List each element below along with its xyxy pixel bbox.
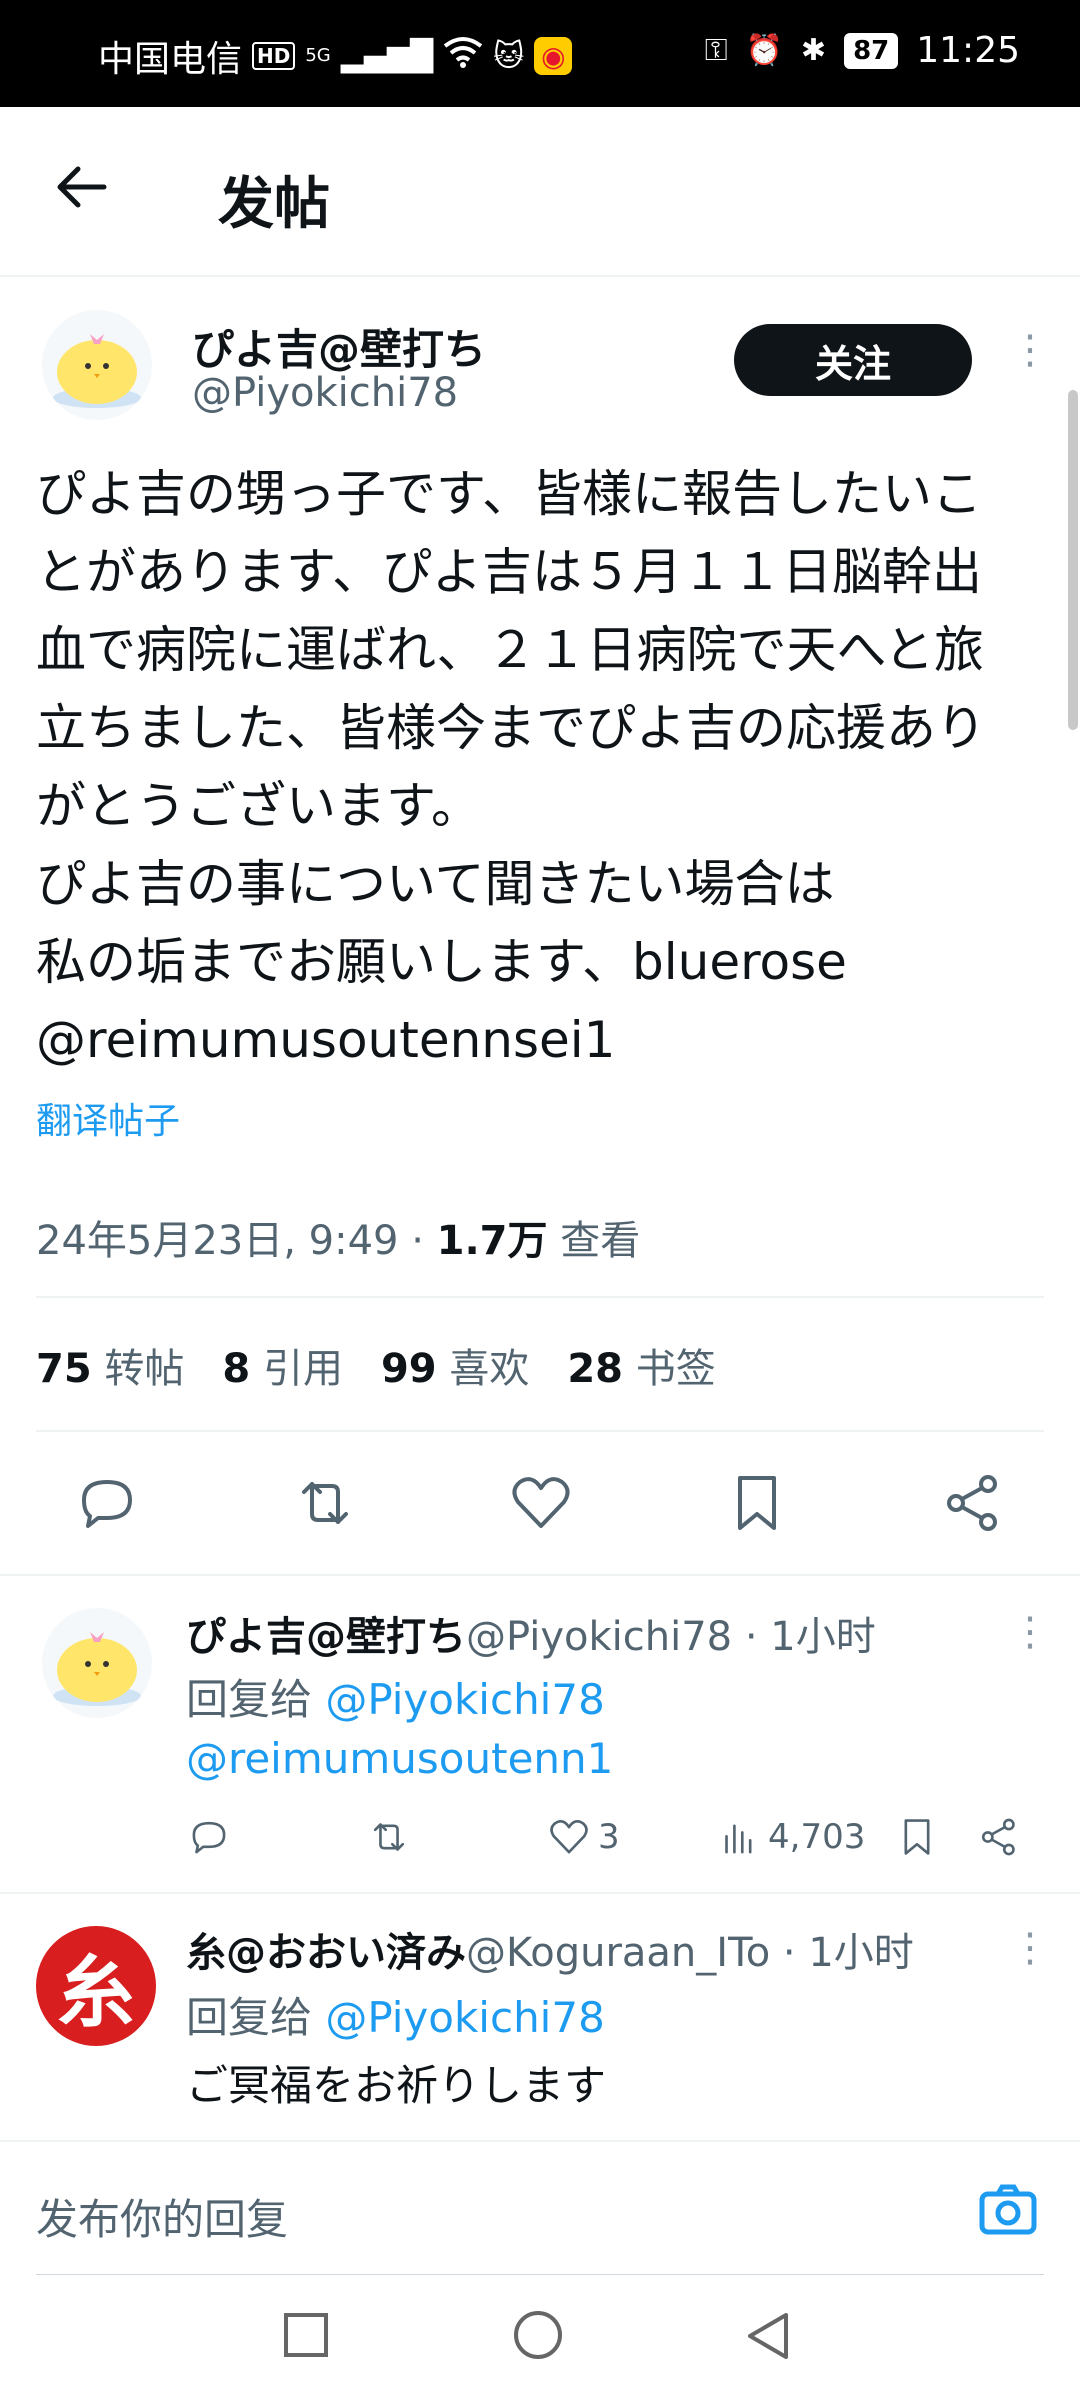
reply-to-mention[interactable]: @Piyokichi78 — [325, 1675, 604, 1724]
reply-more-icon[interactable]: ⋮ — [1010, 1612, 1050, 1652]
divider — [36, 1296, 1044, 1298]
reply-author-handle[interactable]: @Piyokichi78 — [466, 1614, 732, 1660]
alarm-icon: ⏰ — [745, 33, 783, 68]
cat-notification-icon: 🐱 — [493, 38, 525, 74]
back-arrow-icon[interactable] — [52, 157, 112, 217]
tweet-text: ぴよ吉の甥っ子です、皆様に報告したいことがあります、ぴよ吉は５月１１日脳幹出血で… — [36, 465, 986, 1069]
reply-like[interactable]: 3 — [546, 1814, 620, 1860]
reply2-to-mention[interactable]: @Piyokichi78 — [325, 1993, 604, 2042]
key-icon: ⚿ — [704, 33, 728, 68]
retweet-icon[interactable] — [290, 1468, 360, 1542]
reply2-time: · 1小时 — [770, 1930, 914, 1976]
more-options-icon[interactable]: ⋮ — [1010, 330, 1050, 370]
author-avatar[interactable] — [42, 310, 152, 420]
battery-indicator: 87 — [844, 32, 899, 69]
system-nav-bar — [0, 2275, 1080, 2400]
views-label: 查看 — [547, 1218, 641, 1264]
carrier-label: 中国电信 — [98, 39, 243, 80]
status-right: ⚿ ⏰ ✱ 87 11:25 — [705, 30, 1020, 71]
divider — [0, 1574, 1080, 1576]
views-icon — [725, 1824, 752, 1854]
hd-badge: HD — [252, 42, 296, 70]
engagement-stats: 75 转帖 8 引用 99 喜欢 28 书签 — [36, 1336, 716, 1394]
reply-like-count: 3 — [598, 1817, 620, 1857]
translate-link[interactable]: 翻译帖子 — [36, 1092, 180, 1144]
reply2-avatar[interactable]: 糸 — [36, 1926, 156, 2046]
views-count: 1.7万 — [436, 1218, 548, 1264]
reply-comment-icon[interactable] — [186, 1814, 232, 1864]
app-header: 发帖 — [0, 107, 1080, 277]
network-label: 5G — [305, 45, 331, 66]
reply2-author-handle[interactable]: @Koguraan_ITo — [466, 1930, 770, 1976]
reply2-author-name[interactable]: 糸@おおい済み — [186, 1930, 466, 1976]
status-bar: 中国电信 HD 5G ▂▄▆█ 🐱 ◉ ⚿ ⏰ ✱ 87 11:25 — [0, 0, 1080, 107]
camera-icon[interactable] — [976, 2178, 1040, 2246]
reply-input[interactable]: 发布你的回复 — [36, 2186, 288, 2247]
back-nav-icon[interactable] — [744, 2311, 792, 2365]
reply2-more-icon[interactable]: ⋮ — [1010, 1928, 1050, 1968]
reply-icon[interactable] — [72, 1468, 142, 1542]
retweet-stat[interactable]: 75 转帖 — [36, 1336, 184, 1394]
author-handle[interactable]: @Piyokichi78 — [192, 370, 458, 416]
reply-bookmark-icon[interactable] — [894, 1814, 940, 1864]
reply-share-icon[interactable] — [976, 1814, 1022, 1864]
wifi-icon — [443, 36, 483, 76]
reply-like-icon[interactable] — [546, 1814, 592, 1860]
reply-header: ぴよ吉@壁打ち@Piyokichi78 · 1小时 — [186, 1604, 876, 1662]
reply2-text: ご冥福をお祈りします — [186, 2061, 607, 2110]
reply-avatar[interactable] — [42, 1608, 152, 1718]
bluetooth-icon: ✱ — [800, 33, 827, 68]
recent-apps-icon[interactable] — [284, 2313, 328, 2357]
clock: 11:25 — [916, 30, 1020, 71]
reply-views[interactable]: 4,703 — [716, 1814, 865, 1860]
reply-author-name[interactable]: ぴよ吉@壁打ち — [186, 1614, 466, 1660]
like-icon[interactable] — [506, 1468, 576, 1542]
author-name[interactable]: ぴよ吉@壁打ち — [192, 316, 486, 377]
tweet-timestamp: 24年5月23日, 9:49 · — [36, 1218, 437, 1264]
reply2-to-line: 回复给 @Piyokichi78 — [186, 1993, 605, 2042]
reply-composer[interactable]: 发布你的回复 — [0, 2140, 1080, 2277]
home-icon[interactable] — [514, 2311, 562, 2359]
divider — [0, 1892, 1080, 1894]
status-left: 中国电信 HD 5G ▂▄▆█ 🐱 ◉ — [98, 30, 573, 82]
follow-button[interactable]: 关注 — [734, 324, 972, 396]
bookmark-stat[interactable]: 28 书签 — [567, 1336, 715, 1394]
signal-icon: ▂▄▆█ — [340, 38, 434, 74]
tweet-meta: 24年5月23日, 9:49 · 1.7万 查看 — [36, 1208, 640, 1266]
quote-stat[interactable]: 8 引用 — [222, 1336, 343, 1394]
reply-views-count: 4,703 — [768, 1817, 866, 1857]
reply-time: · 1小时 — [732, 1614, 876, 1660]
reply-to-line: 回复给 @Piyokichi78 — [186, 1675, 605, 1724]
divider — [36, 1430, 1044, 1432]
share-icon[interactable] — [938, 1468, 1008, 1542]
page-title: 发帖 — [218, 172, 330, 237]
reply-retweet-icon[interactable] — [366, 1814, 412, 1864]
weibo-app-icon: ◉ — [534, 37, 573, 75]
like-stat[interactable]: 99 喜欢 — [381, 1336, 529, 1394]
reply-text[interactable]: @reimumusoutenn1 — [186, 1734, 613, 1783]
reply2-header: 糸@おおい済み@Koguraan_ITo · 1小时 — [186, 1920, 914, 1978]
scrollbar[interactable] — [1068, 390, 1078, 730]
bookmark-icon[interactable] — [722, 1468, 792, 1542]
